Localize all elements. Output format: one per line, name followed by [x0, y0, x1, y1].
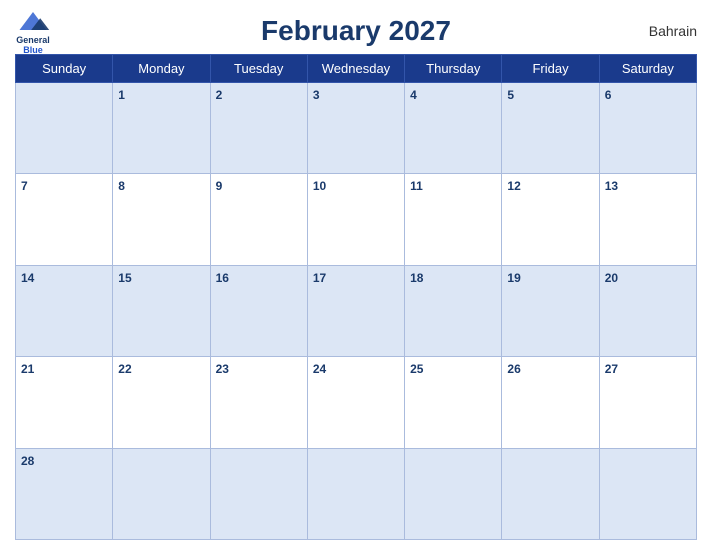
day-number: 10	[313, 179, 326, 193]
day-number: 15	[118, 271, 131, 285]
calendar-cell: 14	[16, 265, 113, 356]
calendar-cell: 18	[405, 265, 502, 356]
header-sunday: Sunday	[16, 55, 113, 83]
day-number: 7	[21, 179, 28, 193]
calendar-cell: 20	[599, 265, 696, 356]
calendar-cell	[16, 83, 113, 174]
calendar-cell: 2	[210, 83, 307, 174]
logo-blue: Blue	[23, 46, 43, 56]
day-number: 12	[507, 179, 520, 193]
day-number: 9	[216, 179, 223, 193]
calendar-cell: 23	[210, 357, 307, 448]
day-number: 4	[410, 88, 417, 102]
calendar-cell: 11	[405, 174, 502, 265]
calendar-cell: 19	[502, 265, 599, 356]
calendar-cell	[502, 448, 599, 539]
day-number: 5	[507, 88, 514, 102]
day-number: 17	[313, 271, 326, 285]
header-tuesday: Tuesday	[210, 55, 307, 83]
calendar-header: General Blue February 2027 Bahrain	[15, 10, 697, 52]
calendar-cell	[307, 448, 404, 539]
calendar-cell: 12	[502, 174, 599, 265]
calendar-week-row: 14 15 16 17 18 19 20	[16, 265, 697, 356]
logo: General Blue	[15, 7, 51, 56]
day-number: 27	[605, 362, 618, 376]
calendar-table: Sunday Monday Tuesday Wednesday Thursday…	[15, 54, 697, 540]
calendar-cell	[210, 448, 307, 539]
calendar-cell: 27	[599, 357, 696, 448]
header-monday: Monday	[113, 55, 210, 83]
calendar-cell: 16	[210, 265, 307, 356]
header-friday: Friday	[502, 55, 599, 83]
calendar-cell: 26	[502, 357, 599, 448]
calendar-title: February 2027	[261, 15, 451, 47]
calendar-cell	[113, 448, 210, 539]
calendar-cell: 25	[405, 357, 502, 448]
day-number: 11	[410, 179, 423, 193]
calendar-cell: 24	[307, 357, 404, 448]
day-number: 19	[507, 271, 520, 285]
calendar-cell: 10	[307, 174, 404, 265]
calendar-cell: 21	[16, 357, 113, 448]
day-number: 16	[216, 271, 229, 285]
calendar-week-row: 21 22 23 24 25 26 27	[16, 357, 697, 448]
day-number: 14	[21, 271, 34, 285]
day-number: 13	[605, 179, 618, 193]
day-number: 1	[118, 88, 125, 102]
calendar-cell: 8	[113, 174, 210, 265]
day-number: 18	[410, 271, 423, 285]
day-number: 3	[313, 88, 320, 102]
calendar-cell: 13	[599, 174, 696, 265]
day-number: 26	[507, 362, 520, 376]
calendar-cell	[405, 448, 502, 539]
calendar-cell: 17	[307, 265, 404, 356]
calendar-cell: 9	[210, 174, 307, 265]
calendar-cell: 22	[113, 357, 210, 448]
calendar-cell: 7	[16, 174, 113, 265]
calendar-cell: 3	[307, 83, 404, 174]
calendar-week-row: 7 8 9 10 11 12 13	[16, 174, 697, 265]
weekday-header-row: Sunday Monday Tuesday Wednesday Thursday…	[16, 55, 697, 83]
day-number: 24	[313, 362, 326, 376]
calendar-cell: 5	[502, 83, 599, 174]
day-number: 28	[21, 454, 34, 468]
header-thursday: Thursday	[405, 55, 502, 83]
calendar-cell: 1	[113, 83, 210, 174]
calendar-cell: 4	[405, 83, 502, 174]
day-number: 6	[605, 88, 612, 102]
calendar-cell: 28	[16, 448, 113, 539]
day-number: 25	[410, 362, 423, 376]
day-number: 22	[118, 362, 131, 376]
header-saturday: Saturday	[599, 55, 696, 83]
country-label: Bahrain	[649, 23, 697, 39]
day-number: 21	[21, 362, 34, 376]
day-number: 2	[216, 88, 223, 102]
calendar-cell: 15	[113, 265, 210, 356]
calendar-cell: 6	[599, 83, 696, 174]
header-wednesday: Wednesday	[307, 55, 404, 83]
calendar-week-row: 1 2 3 4 5 6	[16, 83, 697, 174]
day-number: 20	[605, 271, 618, 285]
calendar-week-row: 28	[16, 448, 697, 539]
day-number: 23	[216, 362, 229, 376]
day-number: 8	[118, 179, 125, 193]
calendar-cell	[599, 448, 696, 539]
